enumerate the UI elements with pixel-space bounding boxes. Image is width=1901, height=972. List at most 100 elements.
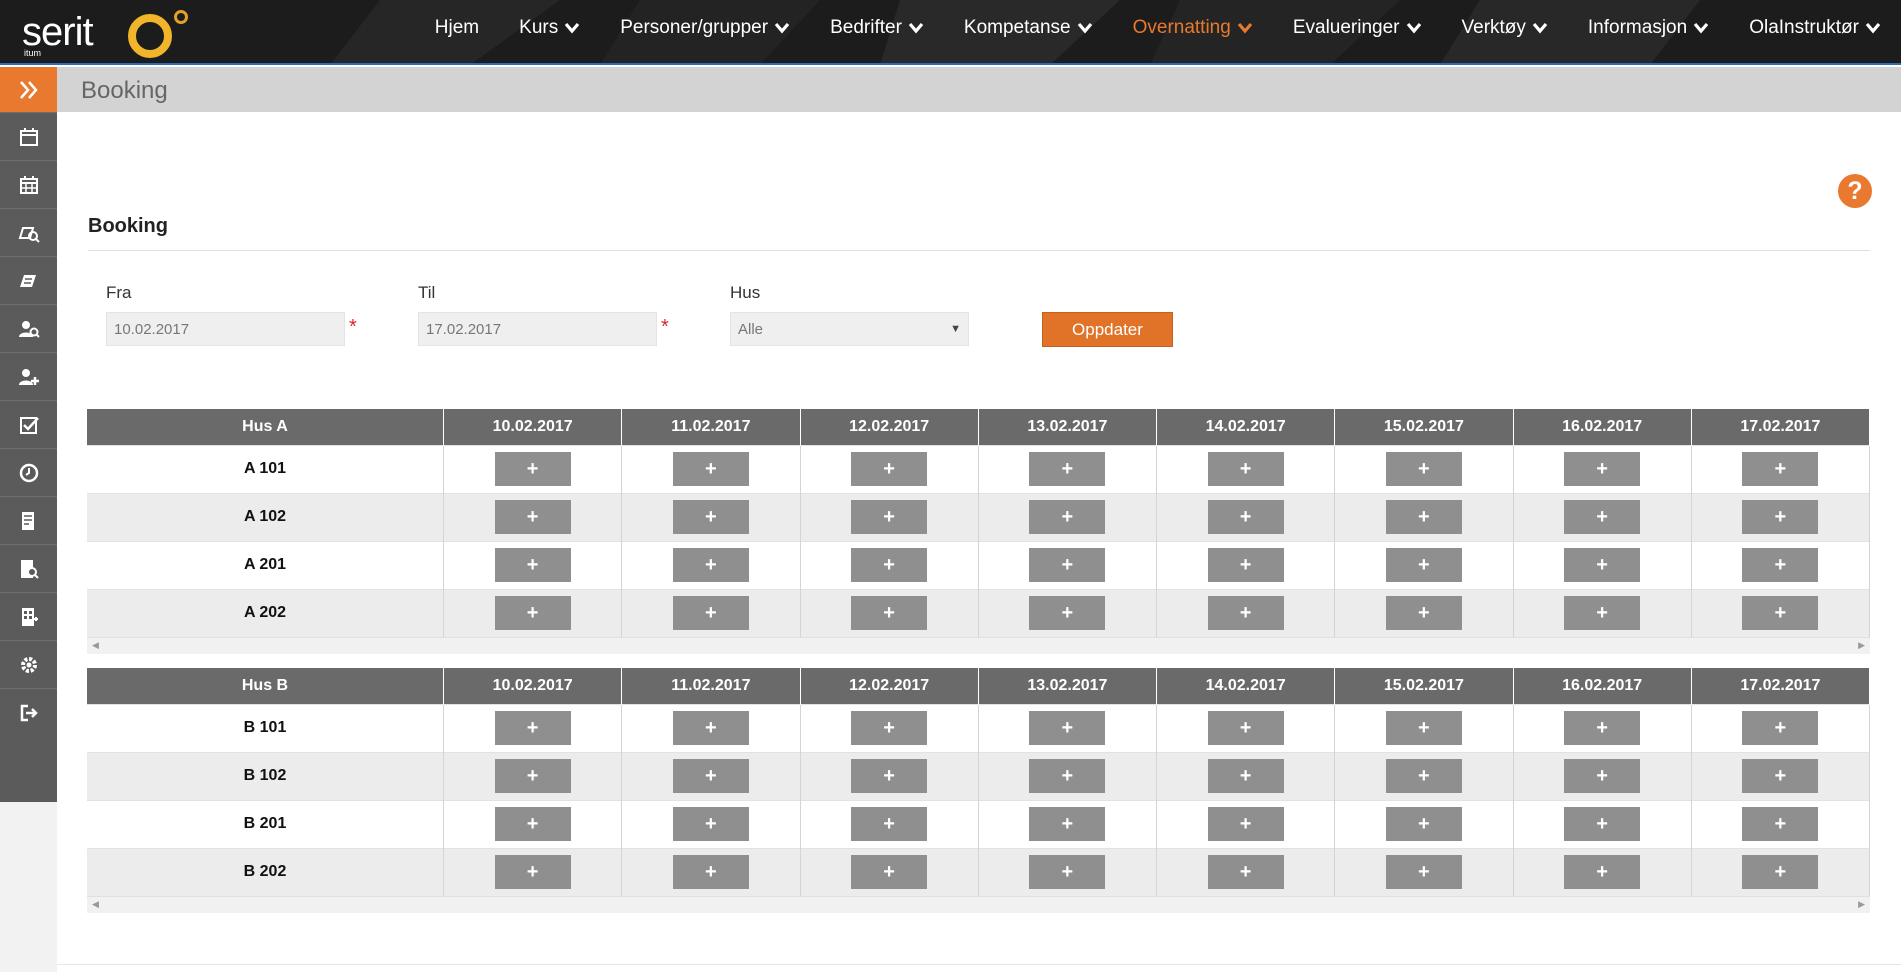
add-booking-button[interactable]: + [1207,807,1284,841]
add-booking-button[interactable]: + [1029,596,1106,631]
add-booking-button[interactable]: + [494,711,571,745]
sidebar-item-logout[interactable] [0,688,57,736]
horizontal-scrollbar[interactable]: ◀ ▶ [87,896,1870,913]
add-booking-button[interactable]: + [1385,759,1462,793]
add-booking-button[interactable]: + [1742,855,1819,890]
sidebar-item-document[interactable] [0,496,57,544]
add-booking-button[interactable]: + [494,759,571,793]
add-booking-button[interactable]: + [494,500,571,534]
sidebar-item-course-edit[interactable] [0,256,57,304]
add-booking-button[interactable]: + [851,548,928,582]
add-booking-button[interactable]: + [1385,548,1462,582]
nav-item-overnatting[interactable]: Overnatting [1113,0,1273,55]
add-booking-button[interactable]: + [1385,500,1462,534]
add-booking-button[interactable]: + [1207,596,1284,631]
scroll-left-icon[interactable]: ◀ [92,640,99,651]
add-booking-button[interactable]: + [1564,596,1641,631]
add-booking-button[interactable]: + [851,855,928,890]
add-booking-button[interactable]: + [494,807,571,841]
add-booking-button[interactable]: + [1029,548,1106,582]
add-booking-button[interactable]: + [851,807,928,841]
update-button[interactable]: Oppdater [1042,312,1173,347]
house-select[interactable]: Alle ▼ [730,312,969,346]
sidebar-item-gear[interactable] [0,640,57,688]
add-booking-button[interactable]: + [1564,807,1641,841]
sidebar-toggle-button[interactable] [0,67,57,112]
add-booking-button[interactable]: + [1564,855,1641,890]
add-booking-button[interactable]: + [1029,452,1106,486]
add-booking-button[interactable]: + [1385,855,1462,890]
scroll-right-icon[interactable]: ▶ [1858,640,1865,651]
add-booking-button[interactable]: + [672,452,749,486]
add-booking-button[interactable]: + [851,759,928,793]
add-booking-button[interactable]: + [494,452,571,486]
add-booking-button[interactable]: + [1385,711,1462,745]
add-booking-button[interactable]: + [1564,759,1641,793]
add-booking-button[interactable]: + [1207,759,1284,793]
add-booking-button[interactable]: + [1742,500,1819,534]
add-booking-button[interactable]: + [1207,855,1284,890]
add-booking-button[interactable]: + [851,452,928,486]
add-booking-button[interactable]: + [851,596,928,631]
add-booking-button[interactable]: + [1207,500,1284,534]
add-booking-button[interactable]: + [672,548,749,582]
sidebar-item-clock[interactable] [0,448,57,496]
add-booking-button[interactable]: + [1029,711,1106,745]
add-booking-button[interactable]: + [672,855,749,890]
add-booking-button[interactable]: + [672,759,749,793]
scroll-right-icon[interactable]: ▶ [1858,899,1865,910]
add-booking-button[interactable]: + [494,855,571,890]
add-booking-button[interactable]: + [494,596,571,631]
add-booking-button[interactable]: + [1029,855,1106,890]
sidebar-item-calendar[interactable] [0,112,57,160]
add-booking-button[interactable]: + [1207,711,1284,745]
sidebar-item-building[interactable] [0,592,57,640]
horizontal-scrollbar[interactable]: ◀ ▶ [87,637,1870,654]
add-booking-button[interactable]: + [1742,596,1819,631]
nav-item-bedrifter[interactable]: Bedrifter [810,0,944,55]
add-booking-button[interactable]: + [494,548,571,582]
from-date-input[interactable]: 10.02.2017 [106,312,345,346]
sidebar-item-calendar-grid[interactable] [0,160,57,208]
nav-item-personer-grupper[interactable]: Personer/grupper [600,0,810,55]
add-booking-button[interactable]: + [1742,548,1819,582]
sidebar-item-person-search[interactable] [0,304,57,352]
scroll-left-icon[interactable]: ◀ [92,899,99,910]
add-booking-button[interactable]: + [1029,500,1106,534]
add-booking-button[interactable]: + [1564,711,1641,745]
add-booking-button[interactable]: + [672,596,749,631]
add-booking-button[interactable]: + [1564,500,1641,534]
nav-item-informasjon[interactable]: Informasjon [1568,0,1729,55]
add-booking-button[interactable]: + [672,500,749,534]
add-booking-button[interactable]: + [851,711,928,745]
add-booking-button[interactable]: + [1742,452,1819,486]
sidebar-item-person-add[interactable] [0,352,57,400]
nav-item-hjem[interactable]: Hjem [415,0,499,55]
sidebar-item-checkbox[interactable] [0,400,57,448]
nav-item-evalueringer[interactable]: Evalueringer [1273,0,1442,55]
nav-item-olainstrukt-r[interactable]: OlaInstruktør [1729,0,1901,55]
add-booking-button[interactable]: + [851,500,928,534]
add-booking-button[interactable]: + [1385,452,1462,486]
add-booking-button[interactable]: + [1029,759,1106,793]
sidebar-item-course-search[interactable] [0,208,57,256]
add-booking-button[interactable]: + [1207,548,1284,582]
nav-item-kompetanse[interactable]: Kompetanse [944,0,1113,55]
add-booking-button[interactable]: + [1564,548,1641,582]
add-booking-button[interactable]: + [1029,807,1106,841]
add-booking-button[interactable]: + [1564,452,1641,486]
add-booking-button[interactable]: + [672,711,749,745]
add-booking-button[interactable]: + [672,807,749,841]
sidebar-item-document-search[interactable] [0,544,57,592]
add-booking-button[interactable]: + [1742,807,1819,841]
add-booking-button[interactable]: + [1385,807,1462,841]
add-booking-button[interactable]: + [1385,596,1462,631]
add-booking-button[interactable]: + [1207,452,1284,486]
nav-item-verkt-y[interactable]: Verktøy [1442,0,1568,55]
add-booking-button[interactable]: + [1742,759,1819,793]
nav-item-kurs[interactable]: Kurs [499,0,600,55]
to-date-input[interactable]: 17.02.2017 [418,312,657,346]
add-booking-button[interactable]: + [1742,711,1819,745]
serit-logo[interactable]: serit itum [22,8,192,58]
help-button[interactable]: ? [1838,174,1872,208]
